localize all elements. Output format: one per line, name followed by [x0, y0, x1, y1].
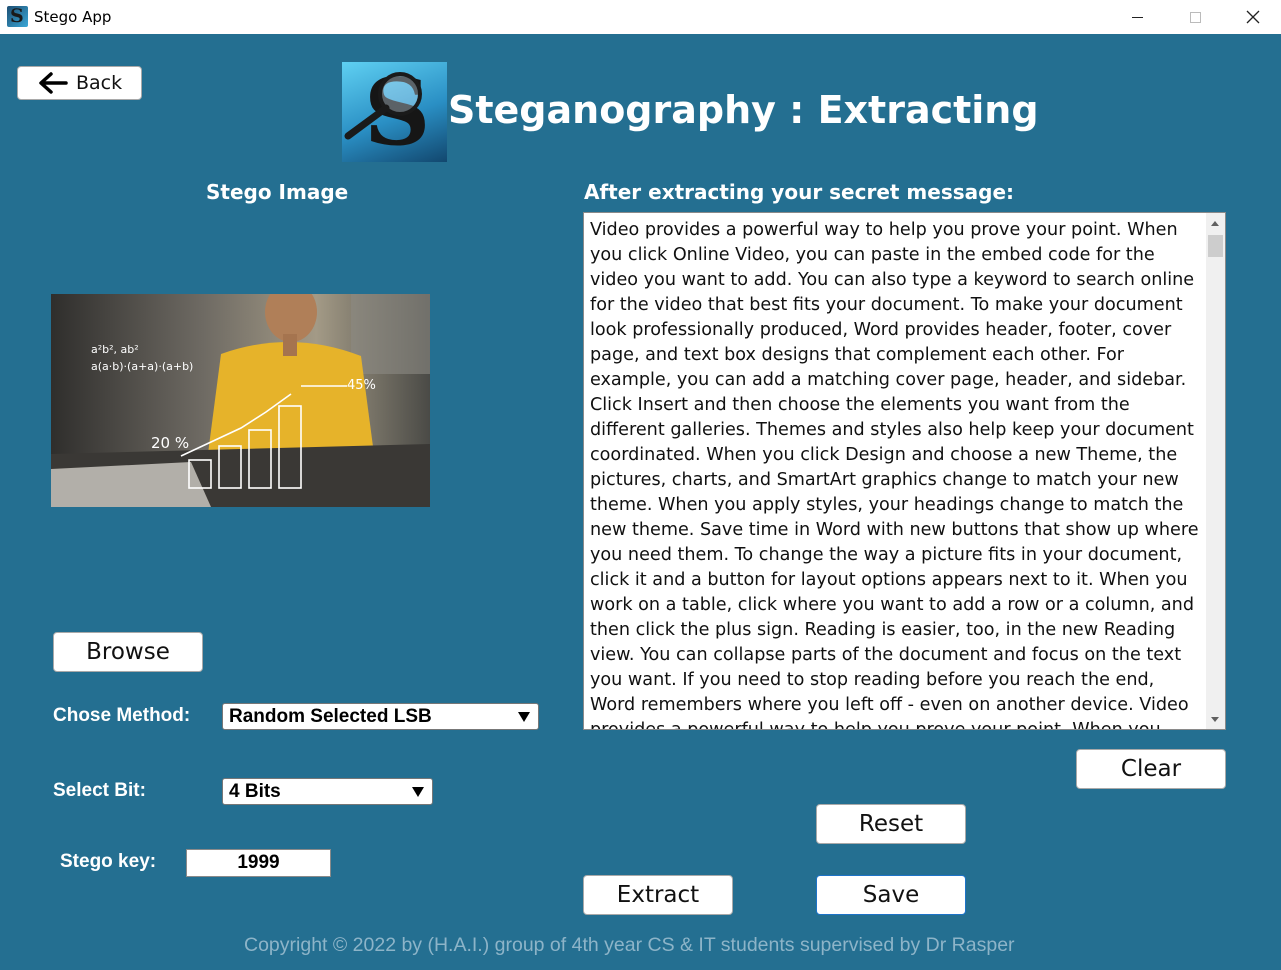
image-overlay-text: a(a·b)·(a+a)·(a+b) — [91, 360, 194, 373]
message-scrollbar[interactable] — [1206, 213, 1225, 729]
extract-button[interactable]: Extract — [583, 875, 733, 915]
window-titlebar: S Stego App — [0, 0, 1281, 34]
scroll-up-icon[interactable] — [1211, 221, 1219, 226]
stego-logo: S — [342, 62, 447, 162]
minimize-button[interactable] — [1108, 0, 1166, 34]
stego-key-label: Stego key: — [60, 851, 157, 872]
extracted-message-heading: After extracting your secret message: — [584, 180, 1015, 204]
stego-key-input[interactable]: 1999 — [186, 849, 331, 877]
maximize-button[interactable] — [1166, 0, 1224, 34]
back-label: Back — [76, 72, 123, 94]
method-select[interactable]: Random Selected LSB — [222, 703, 539, 730]
bit-select[interactable]: 4 Bits — [222, 778, 433, 805]
method-label: Chose Method: — [53, 705, 191, 726]
clear-button[interactable]: Clear — [1076, 749, 1226, 789]
extracted-message-textarea[interactable]: Video provides a powerful way to help yo… — [583, 212, 1226, 730]
image-overlay-text: a²b², ab² — [91, 343, 139, 356]
stego-image: a²b², ab² a(a·b)·(a+a)·(a+b) 45% 20 % — [51, 294, 430, 507]
scroll-thumb[interactable] — [1208, 235, 1223, 257]
scroll-down-icon[interactable] — [1211, 717, 1219, 722]
image-overlay-text: 45% — [347, 378, 376, 393]
back-button[interactable]: Back — [17, 66, 142, 100]
minimize-icon — [1131, 16, 1143, 18]
close-icon — [1246, 10, 1260, 24]
arrow-left-icon — [39, 72, 68, 94]
save-button[interactable]: Save — [816, 875, 966, 915]
bit-label: Select Bit: — [53, 780, 146, 801]
window-title: Stego App — [34, 8, 112, 26]
image-overlay-text: 20 % — [151, 434, 190, 452]
page-title: Steganography : Extracting — [448, 88, 1039, 132]
bit-select-value: 4 Bits — [229, 780, 281, 802]
dropdown-arrow-icon — [518, 712, 530, 722]
maximize-icon — [1189, 11, 1201, 23]
extracted-message-text: Video provides a powerful way to help yo… — [590, 220, 1199, 730]
reset-button[interactable]: Reset — [816, 804, 966, 844]
stego-app-icon: S — [7, 6, 28, 27]
browse-button[interactable]: Browse — [53, 632, 203, 672]
copyright-text: Copyright © 2022 by (H.A.I.) group of 4t… — [244, 934, 1015, 956]
dropdown-arrow-icon — [412, 787, 424, 797]
stego-image-heading: Stego Image — [206, 180, 349, 204]
close-button[interactable] — [1224, 0, 1281, 34]
method-select-value: Random Selected LSB — [229, 705, 432, 727]
